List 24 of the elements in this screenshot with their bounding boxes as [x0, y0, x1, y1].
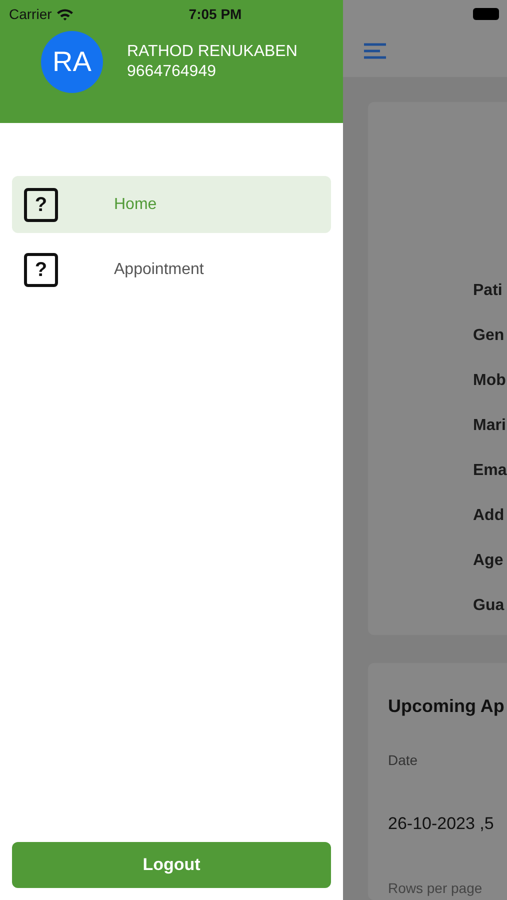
field-label: Add	[473, 506, 504, 526]
menu-item[interactable]: ? Appointment	[12, 241, 331, 298]
placeholder-icon: ?	[24, 252, 58, 286]
menu-icon[interactable]	[364, 43, 386, 59]
column-header: Date	[388, 750, 419, 770]
field-label: Age	[473, 550, 504, 571]
avatar: RA	[41, 31, 103, 93]
rows-per-page-label: Rows per page	[388, 879, 484, 898]
wifi-icon	[56, 8, 74, 20]
field-label: Gen	[473, 326, 504, 346]
battery-icon	[473, 8, 499, 20]
time-label: 7:05 PM	[188, 4, 242, 24]
table-cell-text: 26-10-2023 ,5	[388, 812, 495, 835]
field-label: Ema	[473, 460, 507, 481]
placeholder-icon: ?	[24, 188, 58, 222]
menu-item[interactable]: ? Home	[12, 176, 331, 233]
field-label: Mari	[473, 416, 506, 436]
user-name: RATHOD RENUKABEN	[127, 42, 298, 62]
user-phone: 9664764949	[127, 62, 217, 82]
field-label: Gua	[473, 596, 504, 616]
appointments-title: Upcoming Ap	[388, 694, 506, 718]
carrier-label: Carrier	[9, 4, 52, 24]
field-label: Pati	[473, 280, 502, 301]
field-label: Mob	[473, 370, 506, 391]
